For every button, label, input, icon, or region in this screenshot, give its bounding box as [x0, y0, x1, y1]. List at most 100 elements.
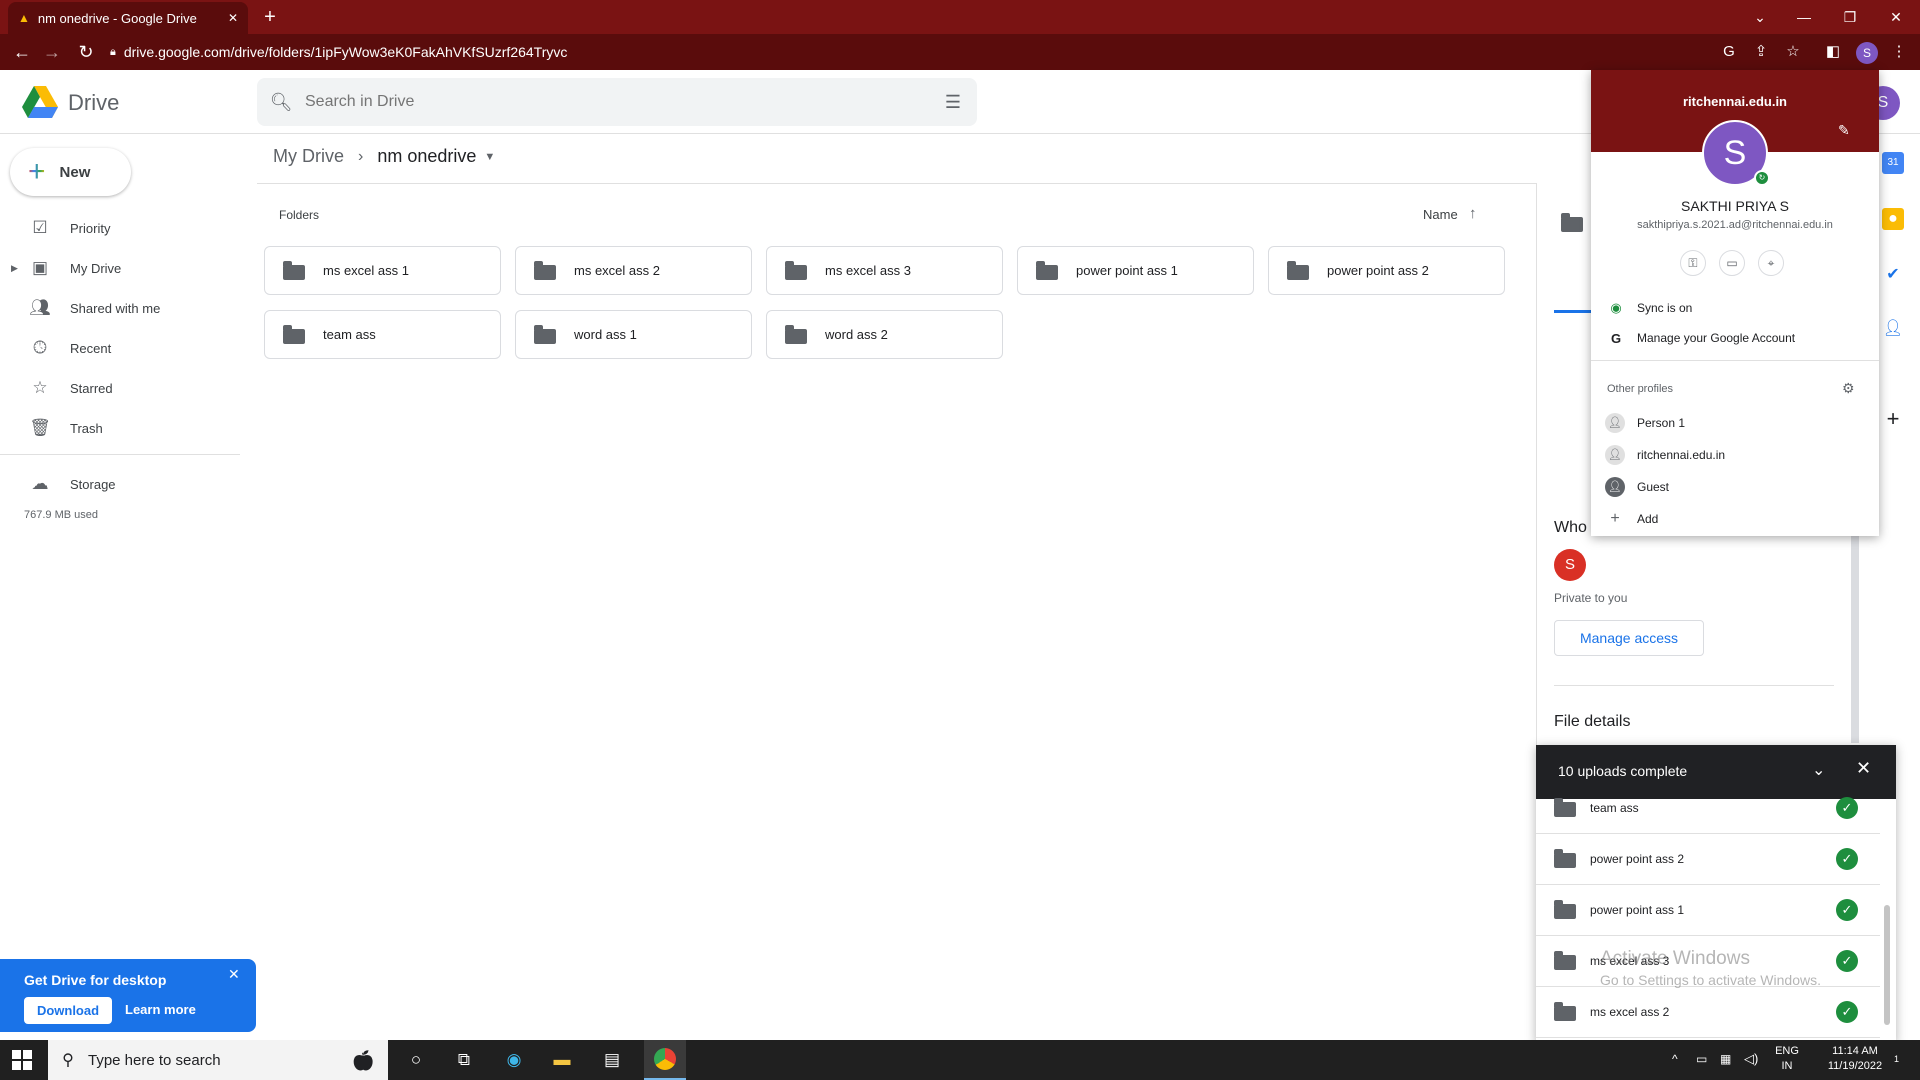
cortana-icon[interactable]: ○: [402, 1046, 430, 1074]
person-icon: 👤︎: [1605, 445, 1625, 465]
side-panel-icon[interactable]: ◧: [1822, 41, 1844, 63]
add-profile-row[interactable]: + Add: [1591, 504, 1879, 534]
add-profile-label: Add: [1637, 512, 1659, 526]
chrome-profile-avatar[interactable]: S: [1856, 42, 1878, 64]
nav-item-recent[interactable]: 🕓︎ Recent: [0, 328, 240, 368]
sync-badge-icon: ↻: [1754, 170, 1770, 186]
clock[interactable]: 11:14 AM 11/19/2022: [1820, 1045, 1890, 1072]
payment-card-icon[interactable]: ▭: [1719, 250, 1745, 276]
folder-card[interactable]: team ass: [264, 310, 501, 359]
calendar-icon[interactable]: 31: [1882, 152, 1904, 174]
tab-close-icon[interactable]: ✕: [228, 11, 238, 25]
folders-section-label: Folders: [279, 208, 320, 222]
my-drive-icon: ▣: [31, 258, 49, 277]
folder-card[interactable]: word ass 1: [515, 310, 752, 359]
upload-row[interactable]: team ass ✓: [1536, 783, 1880, 834]
breadcrumb-current[interactable]: nm onedrive: [377, 146, 476, 167]
address-bar[interactable]: 🔒︎ drive.google.com/drive/folders/1ipFyW…: [110, 38, 1750, 66]
gear-icon[interactable]: ⚙: [1842, 380, 1855, 397]
manage-access-button[interactable]: Manage access: [1554, 620, 1704, 656]
folder-card[interactable]: word ass 2: [766, 310, 1003, 359]
folder-icon: [1036, 260, 1058, 280]
file-explorer-icon[interactable]: ▬: [548, 1046, 576, 1074]
passwords-key-icon[interactable]: ⚿: [1680, 250, 1706, 276]
search-options-icon[interactable]: ☰: [929, 92, 977, 113]
profile-row[interactable]: 👤︎ ritchennai.edu.in: [1591, 440, 1879, 470]
tasks-icon[interactable]: ✔: [1882, 264, 1904, 286]
nav-item-storage[interactable]: ☁ Storage: [0, 464, 240, 504]
windows-start-icon[interactable]: [12, 1050, 32, 1070]
notification-icon[interactable]: 1: [1894, 1050, 1899, 1065]
more-menu-icon[interactable]: ⋮: [1888, 41, 1910, 63]
manage-google-account-row[interactable]: G Manage your Google Account: [1591, 324, 1879, 352]
close-icon[interactable]: ✕: [228, 966, 240, 983]
profile-row[interactable]: 👤︎ Person 1: [1591, 408, 1879, 438]
document-app-icon[interactable]: ▤: [598, 1046, 626, 1074]
share-icon[interactable]: ⇪: [1750, 41, 1772, 63]
folder-name: power point ass 1: [1076, 263, 1178, 278]
upload-row[interactable]: power point ass 2 ✓: [1536, 834, 1880, 885]
battery-icon[interactable]: ▭: [1696, 1052, 1707, 1066]
folder-card[interactable]: ms excel ass 1: [264, 246, 501, 295]
contacts-icon[interactable]: 👤︎: [1882, 318, 1904, 340]
menu-divider: [1591, 360, 1879, 361]
uploads-scrollbar[interactable]: [1884, 905, 1890, 1025]
learn-more-link[interactable]: Learn more: [125, 1002, 196, 1017]
nav-item-starred[interactable]: ☆ Starred: [0, 368, 240, 408]
network-icon[interactable]: ▦: [1720, 1052, 1731, 1066]
cloud-icon: ☁: [31, 474, 49, 493]
chevron-right-icon: ›: [358, 147, 364, 165]
breadcrumb-root[interactable]: My Drive: [273, 146, 344, 167]
close-window-button[interactable]: ✕: [1876, 4, 1916, 30]
reload-icon[interactable]: ↻: [74, 40, 98, 64]
chevron-down-icon[interactable]: ▼: [484, 151, 495, 163]
nav-item-trash[interactable]: 🗑︎ Trash: [0, 408, 240, 448]
nav-item-label: Shared with me: [70, 300, 161, 316]
folder-card[interactable]: ms excel ass 3: [766, 246, 1003, 295]
back-icon[interactable]: ←: [10, 40, 34, 64]
search-input[interactable]: [305, 93, 929, 111]
profile-org: ritchennai.edu.in: [1682, 94, 1787, 109]
download-button[interactable]: Download: [24, 997, 112, 1024]
minimize-button[interactable]: —: [1784, 4, 1824, 30]
chevron-down-icon[interactable]: ⌄: [1812, 760, 1825, 780]
edit-icon[interactable]: ✎: [1838, 122, 1850, 139]
nav-item-priority[interactable]: ☑ Priority: [0, 208, 240, 248]
nav-item-my-drive[interactable]: ▶ ▣ My Drive: [0, 248, 240, 288]
upload-row[interactable]: ms excel ass 2 ✓: [1536, 987, 1880, 1038]
expand-caret-icon[interactable]: ▶: [11, 263, 18, 274]
nav-item-shared[interactable]: 👥︎ Shared with me: [0, 288, 240, 328]
sync-status-row[interactable]: ◉ Sync is on: [1591, 294, 1879, 322]
keep-icon[interactable]: ●: [1882, 208, 1904, 230]
edge-icon[interactable]: ◉: [500, 1046, 528, 1074]
taskbar-search[interactable]: ⚲ Type here to search 🍎︎: [48, 1040, 388, 1080]
bookmark-star-icon[interactable]: ☆: [1782, 41, 1804, 63]
arrow-up-icon[interactable]: ↑: [1469, 205, 1477, 222]
profile-row[interactable]: 👤︎ Guest: [1591, 472, 1879, 502]
search-icon[interactable]: 🔍︎: [257, 92, 305, 113]
forward-icon[interactable]: →: [40, 40, 64, 64]
close-icon[interactable]: ✕: [1856, 758, 1871, 779]
task-view-icon[interactable]: ⧉: [450, 1046, 478, 1074]
folder-card[interactable]: power point ass 1: [1017, 246, 1254, 295]
drive-app-name[interactable]: Drive: [68, 90, 119, 116]
folder-card[interactable]: ms excel ass 2: [515, 246, 752, 295]
restore-button[interactable]: ❐: [1830, 4, 1870, 30]
browser-tab[interactable]: ▲ nm onedrive - Google Drive ✕: [8, 2, 248, 34]
owner-avatar[interactable]: S: [1554, 549, 1586, 581]
sort-by-name[interactable]: Name: [1423, 207, 1458, 222]
new-tab-button[interactable]: +: [258, 6, 282, 30]
get-addons-plus-icon[interactable]: +: [1882, 408, 1904, 430]
google-lens-icon[interactable]: G: [1718, 41, 1740, 63]
drive-logo-icon[interactable]: [22, 86, 58, 118]
new-button[interactable]: + New: [10, 148, 131, 196]
chrome-taskbar-button[interactable]: [644, 1040, 686, 1080]
folder-card[interactable]: power point ass 2: [1268, 246, 1505, 295]
volume-icon[interactable]: ◁): [1744, 1051, 1758, 1067]
tab-search-icon[interactable]: ⌄: [1740, 4, 1780, 30]
tray-chevron-icon[interactable]: ^: [1672, 1052, 1678, 1066]
upload-row[interactable]: power point ass 1 ✓: [1536, 885, 1880, 936]
search-bar[interactable]: 🔍︎ ☰: [257, 78, 977, 126]
addresses-pin-icon[interactable]: ⌖: [1758, 250, 1784, 276]
language-indicator[interactable]: ENG IN: [1772, 1045, 1802, 1072]
